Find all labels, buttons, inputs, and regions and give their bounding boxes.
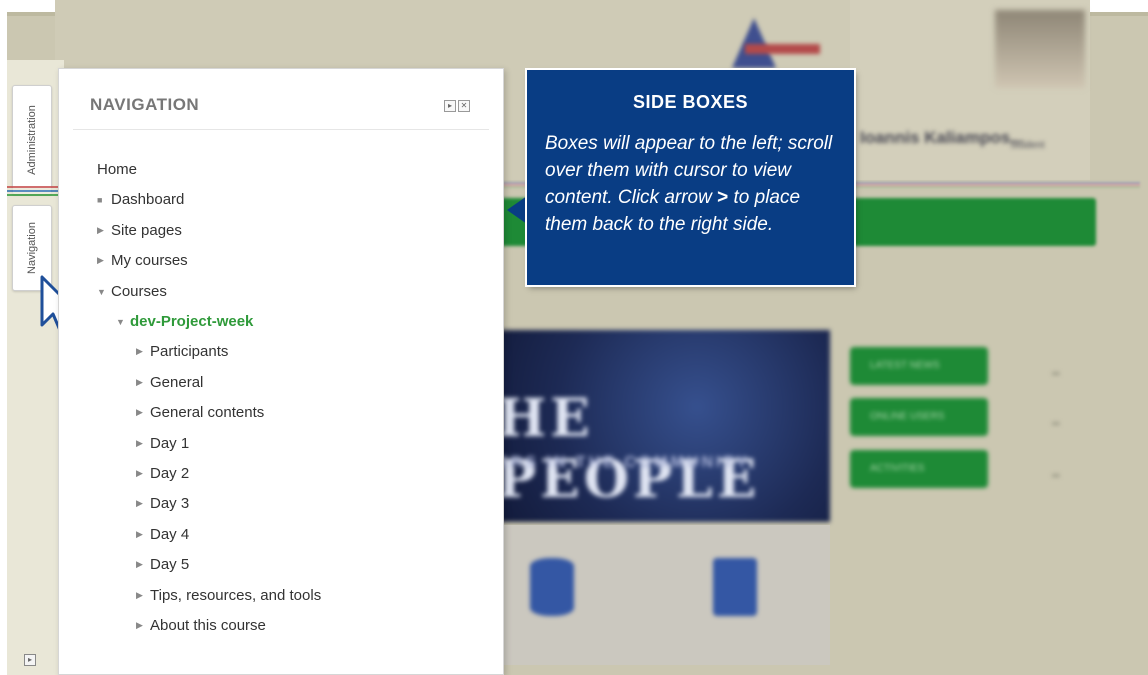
collapsed-arrow-icon: ▶ xyxy=(136,620,143,630)
nav-item[interactable]: ▶ Day 2 xyxy=(136,465,189,482)
side-tab-value: ▪▪ xyxy=(1052,418,1060,430)
side-tab-value: ▪▪ xyxy=(1052,368,1060,380)
nav-item-label: My courses xyxy=(111,252,188,269)
latest-news-tab[interactable]: LATEST NEWS xyxy=(850,347,988,385)
course-banner: HE PEOPLE ERS IN THE COMMUNITY xyxy=(497,330,830,522)
collapsed-arrow-icon: ▶ xyxy=(136,438,143,448)
banner-subtext: ERS IN THE COMMUNITY xyxy=(497,454,750,471)
nav-item-label: Day 1 xyxy=(150,435,190,452)
nav-item-label: About this course xyxy=(150,617,266,634)
avatar[interactable] xyxy=(995,10,1085,88)
navigation-title: NAVIGATION xyxy=(90,95,200,114)
callout-pointer xyxy=(507,196,527,224)
nav-item[interactable]: ▶ General xyxy=(136,374,203,391)
nav-item-label: General xyxy=(150,374,204,391)
nav-item-label: Day 5 xyxy=(150,556,190,573)
nav-item-label: dev-Project-week xyxy=(130,313,254,330)
nav-item[interactable]: ▶ Tips, resources, and tools xyxy=(136,587,321,604)
collapsed-arrow-icon: ▶ xyxy=(97,255,104,265)
banner-text: HE PEOPLE xyxy=(497,388,761,510)
nav-item[interactable]: ▶ Day 1 xyxy=(136,435,189,452)
collapsed-arrow-icon: ▶ xyxy=(136,529,143,539)
nav-item[interactable]: ▼ Courses xyxy=(97,283,167,300)
nav-item[interactable]: ▶ Participants xyxy=(136,343,228,360)
callout-title: SIDE BOXES xyxy=(632,92,749,112)
collapsed-arrow-icon: ▶ xyxy=(136,559,143,569)
activities-tab[interactable]: ACTIVITIES xyxy=(850,450,988,488)
nav-item[interactable]: ▶ My courses xyxy=(97,252,188,269)
nav-item[interactable]: ▶ Day 3 xyxy=(136,495,189,512)
user-name[interactable]: Ioannis Kaliampos... xyxy=(860,128,1024,148)
collapsed-arrow-icon: ▶ xyxy=(136,498,143,508)
user-role: Student xyxy=(1010,140,1045,151)
collapsed-arrow-icon: ▶ xyxy=(136,407,143,417)
expanded-arrow-icon: ▼ xyxy=(116,316,125,327)
nav-item-label: Courses xyxy=(111,283,167,300)
dock-tab-label: Navigation xyxy=(26,222,39,274)
title-divider xyxy=(73,129,489,130)
nav-item-label: Site pages xyxy=(111,222,182,239)
nav-item-label: Tips, resources, and tools xyxy=(150,587,322,604)
collapsed-arrow-icon: ▶ xyxy=(136,590,143,600)
site-logo-stripe xyxy=(745,44,820,54)
online-users-tab[interactable]: ONLINE USERS xyxy=(850,398,988,436)
dock-stripe xyxy=(7,186,62,198)
nav-item-label: Home xyxy=(97,161,138,178)
nav-item[interactable]: ▼ dev-Project-week xyxy=(116,313,253,330)
dock-tab-administration[interactable]: Administration xyxy=(12,85,52,195)
collapsed-arrow-icon: ▶ xyxy=(136,377,143,387)
callout-body: Boxes will appear to the left; scroll ov… xyxy=(545,130,845,238)
bullet-icon: ■ xyxy=(97,194,103,205)
side-tab-value: ▪▪ xyxy=(1052,470,1060,482)
callout-arrow-symbol: > xyxy=(717,187,729,208)
collapsed-arrow-icon: ▶ xyxy=(97,225,104,235)
dock-block-icon[interactable]: ▸ xyxy=(444,100,456,112)
navigation-block: NAVIGATION ▸ ✕ Home ■ Dashboard ▶ Site pages… xyxy=(58,68,504,675)
collapsed-arrow-icon: ▶ xyxy=(136,468,143,478)
nav-item[interactable]: ▶ About this course xyxy=(136,617,266,634)
nav-item[interactable]: Home xyxy=(97,161,137,178)
save-disk-icon[interactable] xyxy=(713,558,757,616)
nav-item[interactable]: ▶ General contents xyxy=(136,404,264,421)
site-logo-icon xyxy=(732,18,776,68)
close-icon[interactable]: ✕ xyxy=(458,100,470,112)
database-icon[interactable] xyxy=(530,558,574,616)
nav-item-label: Day 3 xyxy=(150,495,190,512)
nav-item-label: Dashboard xyxy=(111,191,185,208)
side-boxes-callout: SIDE BOXES Boxes will appear to the left… xyxy=(527,70,854,285)
nav-item[interactable]: ▶ Site pages xyxy=(97,222,182,239)
nav-item[interactable]: ■ Dashboard xyxy=(97,191,184,208)
nav-item-label: Day 2 xyxy=(150,465,190,482)
nav-item-label: Participants xyxy=(150,343,229,360)
nav-item-label: Day 4 xyxy=(150,526,190,543)
expanded-arrow-icon: ▼ xyxy=(97,286,106,297)
nav-item-label: General contents xyxy=(150,404,265,421)
block-controls: ▸ ✕ xyxy=(444,100,470,112)
nav-item[interactable]: ▶ Day 4 xyxy=(136,526,189,543)
dock-tab-label: Administration xyxy=(26,105,39,175)
collapsed-arrow-icon: ▶ xyxy=(136,346,143,356)
nav-item[interactable]: ▶ Day 5 xyxy=(136,556,189,573)
undock-all-icon[interactable]: ▸ xyxy=(24,654,36,666)
